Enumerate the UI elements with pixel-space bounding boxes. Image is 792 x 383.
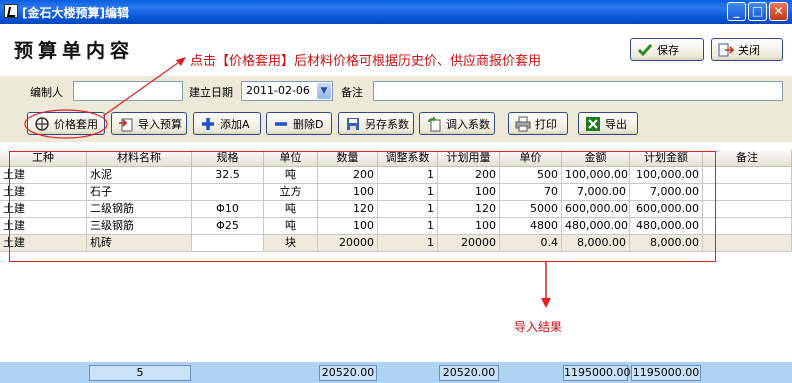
- summary-amount: 1195000.00: [563, 365, 631, 381]
- annotation-arrowhead: [176, 57, 186, 66]
- summary-count: 5: [89, 365, 191, 381]
- summary-qty: 20520.00: [319, 365, 377, 381]
- annotation-bottom: 导入结果: [514, 320, 563, 334]
- price-button-highlight-ellipse: [24, 109, 108, 139]
- annotation-arrows: [24, 57, 551, 308]
- result-arrowhead: [541, 298, 551, 308]
- summary-plan-amount: 1195000.00: [631, 365, 701, 381]
- annotation-arrow-line: [102, 59, 183, 117]
- summary-plan-qty: 20520.00: [439, 365, 499, 381]
